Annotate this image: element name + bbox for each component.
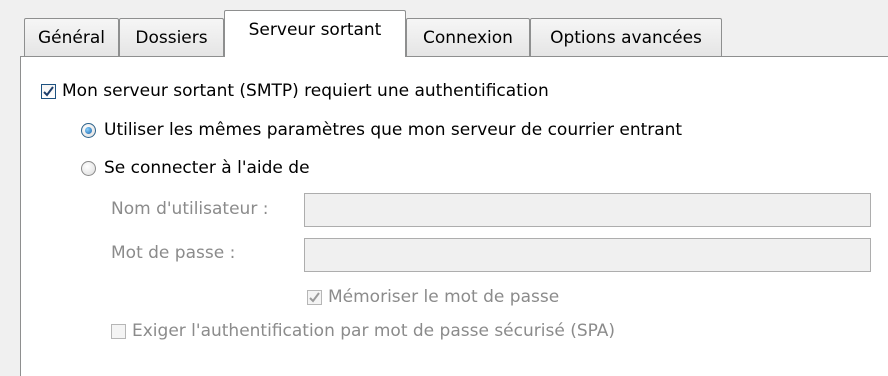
- checkbox-checked-icon[interactable]: [41, 83, 56, 99]
- use-same-settings-label: Utiliser les mêmes paramètres que mon se…: [104, 120, 683, 140]
- tab-options-avancees[interactable]: Options avancées: [530, 18, 722, 56]
- tab-general-label: Général: [38, 27, 105, 48]
- checkbox-checked-disabled-icon[interactable]: [307, 289, 322, 305]
- radio-dot-icon: [85, 126, 92, 134]
- username-label: Nom d'utilisateur :: [111, 199, 269, 219]
- tab-connexion[interactable]: Connexion: [406, 18, 530, 56]
- requires-auth-checkbox[interactable]: Mon serveur sortant (SMTP) requiert une …: [41, 81, 549, 101]
- password-label: Mot de passe :: [111, 243, 236, 263]
- remember-password-checkbox[interactable]: Mémoriser le mot de passe: [307, 287, 559, 307]
- tab-dossiers-label: Dossiers: [135, 27, 208, 48]
- remember-password-label: Mémoriser le mot de passe: [328, 287, 560, 307]
- tab-serveur-sortant[interactable]: Serveur sortant: [224, 10, 406, 57]
- requires-auth-label: Mon serveur sortant (SMTP) requiert une …: [62, 81, 549, 101]
- radio-selected-icon[interactable]: [81, 122, 96, 138]
- tab-serveur-sortant-label: Serveur sortant: [248, 20, 382, 40]
- tab-connexion-label: Connexion: [423, 27, 513, 48]
- outgoing-server-panel: Mon serveur sortant (SMTP) requiert une …: [20, 56, 888, 376]
- use-same-settings-radio[interactable]: Utiliser les mêmes paramètres que mon se…: [81, 120, 682, 140]
- radio-unselected-icon[interactable]: [81, 160, 96, 176]
- password-field[interactable]: [304, 238, 871, 272]
- spa-label: Exiger l'authentification par mot de pas…: [132, 321, 616, 341]
- tab-general[interactable]: Général: [24, 18, 119, 56]
- tab-strip: Général Dossiers Serveur sortant Connexi…: [0, 0, 888, 57]
- connect-with-radio[interactable]: Se connecter à l'aide de: [81, 158, 310, 178]
- spa-checkbox[interactable]: Exiger l'authentification par mot de pas…: [111, 321, 615, 341]
- checkbox-unchecked-disabled-icon[interactable]: [111, 323, 126, 339]
- tab-dossiers[interactable]: Dossiers: [119, 18, 224, 56]
- username-field[interactable]: [304, 193, 871, 227]
- tab-options-avancees-label: Options avancées: [550, 27, 702, 48]
- connect-with-label: Se connecter à l'aide de: [104, 158, 310, 178]
